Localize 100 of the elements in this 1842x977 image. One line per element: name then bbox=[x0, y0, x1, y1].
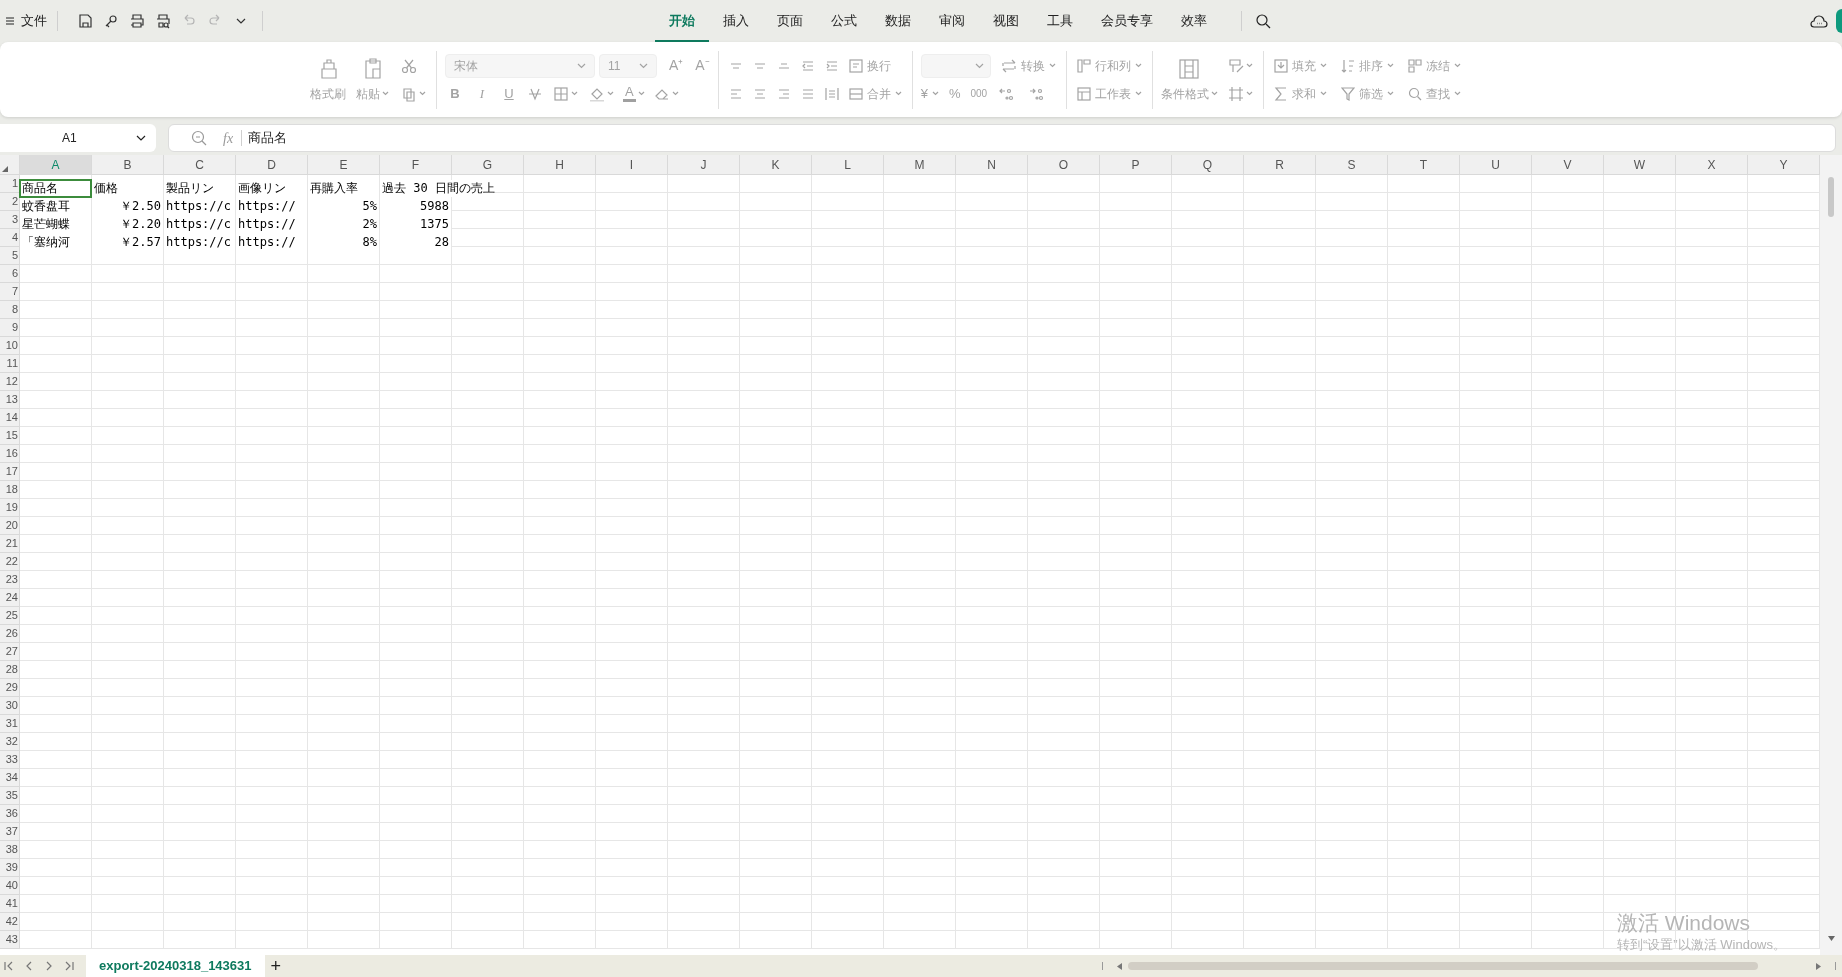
table-cell[interactable]: 商品名 bbox=[20, 180, 91, 197]
row-header[interactable]: 38 bbox=[0, 841, 20, 859]
row-header[interactable]: 29 bbox=[0, 679, 20, 697]
column-header[interactable]: B bbox=[92, 155, 164, 175]
row-header[interactable]: 41 bbox=[0, 895, 20, 913]
row-header[interactable]: 15 bbox=[0, 427, 20, 445]
column-header[interactable]: J bbox=[668, 155, 740, 175]
ribbon-tab[interactable]: 效率 bbox=[1167, 0, 1221, 42]
column-header[interactable]: M bbox=[884, 155, 956, 175]
table-cell[interactable]: 製品リン bbox=[164, 180, 235, 197]
ribbon-tab[interactable]: 视图 bbox=[979, 0, 1033, 42]
prev-sheet-button[interactable] bbox=[24, 959, 34, 973]
column-header[interactable]: V bbox=[1532, 155, 1604, 175]
table-cell[interactable]: 再購入率 bbox=[308, 180, 379, 197]
last-sheet-button[interactable] bbox=[64, 959, 74, 973]
row-header[interactable]: 43 bbox=[0, 931, 20, 949]
ribbon-tab[interactable]: 插入 bbox=[709, 0, 763, 42]
row-header[interactable]: 28 bbox=[0, 661, 20, 679]
scrollbar-thumb[interactable] bbox=[1828, 177, 1834, 217]
row-header[interactable]: 2 bbox=[0, 193, 20, 211]
row-header[interactable]: 5 bbox=[0, 247, 20, 265]
column-header[interactable]: N bbox=[956, 155, 1028, 175]
row-header[interactable]: 18 bbox=[0, 481, 20, 499]
column-header[interactable]: L bbox=[812, 155, 884, 175]
column-header[interactable]: I bbox=[596, 155, 668, 175]
ribbon-tab[interactable]: 工具 bbox=[1033, 0, 1087, 42]
table-cell[interactable]: https://c bbox=[164, 216, 235, 233]
row-header[interactable]: 13 bbox=[0, 391, 20, 409]
ribbon-tab[interactable]: 页面 bbox=[763, 0, 817, 42]
table-cell[interactable]: 「塞纳河 bbox=[20, 234, 91, 251]
row-header[interactable]: 34 bbox=[0, 769, 20, 787]
horizontal-scrollbar-thumb[interactable] bbox=[1128, 962, 1758, 970]
row-header[interactable]: 25 bbox=[0, 607, 20, 625]
column-header[interactable]: C bbox=[164, 155, 236, 175]
row-header[interactable]: 6 bbox=[0, 265, 20, 283]
row-header[interactable]: 12 bbox=[0, 373, 20, 391]
ribbon-tab[interactable]: 审阅 bbox=[925, 0, 979, 42]
ribbon-tab[interactable]: 数据 bbox=[871, 0, 925, 42]
row-header[interactable]: 14 bbox=[0, 409, 20, 427]
row-header[interactable]: 27 bbox=[0, 643, 20, 661]
row-header[interactable]: 3 bbox=[0, 211, 20, 229]
row-header[interactable]: 9 bbox=[0, 319, 20, 337]
next-sheet-button[interactable] bbox=[44, 959, 54, 973]
row-header[interactable]: 4 bbox=[0, 229, 20, 247]
row-header[interactable]: 33 bbox=[0, 751, 20, 769]
row-header[interactable]: 35 bbox=[0, 787, 20, 805]
add-sheet-button[interactable]: + bbox=[270, 957, 282, 975]
row-header[interactable]: 11 bbox=[0, 355, 20, 373]
row-header[interactable]: 42 bbox=[0, 913, 20, 931]
column-header[interactable]: S bbox=[1316, 155, 1388, 175]
column-header[interactable]: Q bbox=[1172, 155, 1244, 175]
row-header[interactable]: 26 bbox=[0, 625, 20, 643]
column-header[interactable]: H bbox=[524, 155, 596, 175]
column-header[interactable]: K bbox=[740, 155, 812, 175]
row-header[interactable]: 23 bbox=[0, 571, 20, 589]
row-header[interactable]: 7 bbox=[0, 283, 20, 301]
column-header[interactable]: F bbox=[380, 155, 452, 175]
column-header[interactable]: G bbox=[452, 155, 524, 175]
row-header[interactable]: 36 bbox=[0, 805, 20, 823]
table-cell[interactable]: 過去 30 日間の売上 bbox=[380, 180, 495, 197]
vertical-scrollbar[interactable] bbox=[1820, 155, 1842, 955]
table-cell[interactable]: https:// bbox=[236, 198, 307, 215]
row-header[interactable]: 24 bbox=[0, 589, 20, 607]
column-header[interactable]: E bbox=[308, 155, 380, 175]
row-header[interactable]: 21 bbox=[0, 535, 20, 553]
row-header[interactable]: 22 bbox=[0, 553, 20, 571]
column-header[interactable]: Y bbox=[1748, 155, 1820, 175]
table-cell[interactable]: 星芒蝴蝶 bbox=[20, 216, 91, 233]
name-box[interactable]: A1 bbox=[0, 124, 156, 152]
column-header[interactable]: U bbox=[1460, 155, 1532, 175]
row-header[interactable]: 31 bbox=[0, 715, 20, 733]
row-header[interactable]: 17 bbox=[0, 463, 20, 481]
table-cell[interactable]: https://c bbox=[164, 198, 235, 215]
row-header[interactable]: 1 bbox=[0, 175, 20, 193]
ribbon-tab[interactable]: 公式 bbox=[817, 0, 871, 42]
row-header[interactable]: 37 bbox=[0, 823, 20, 841]
table-cell[interactable]: 蚊香盘耳 bbox=[20, 198, 91, 215]
formula-field[interactable]: fx 商品名 bbox=[168, 124, 1836, 152]
column-header[interactable]: T bbox=[1388, 155, 1460, 175]
row-header[interactable]: 20 bbox=[0, 517, 20, 535]
row-header[interactable]: 40 bbox=[0, 877, 20, 895]
column-header[interactable]: W bbox=[1604, 155, 1676, 175]
table-cell[interactable]: https:// bbox=[236, 234, 307, 251]
row-header[interactable]: 39 bbox=[0, 859, 20, 877]
column-header[interactable]: D bbox=[236, 155, 308, 175]
row-header[interactable]: 16 bbox=[0, 445, 20, 463]
table-cell[interactable]: https://c bbox=[164, 234, 235, 251]
ribbon-tab[interactable]: 会员专享 bbox=[1087, 0, 1167, 42]
column-header[interactable]: X bbox=[1676, 155, 1748, 175]
row-header[interactable]: 19 bbox=[0, 499, 20, 517]
row-header[interactable]: 10 bbox=[0, 337, 20, 355]
row-header[interactable]: 32 bbox=[0, 733, 20, 751]
table-cell[interactable]: https:// bbox=[236, 216, 307, 233]
row-header[interactable]: 30 bbox=[0, 697, 20, 715]
sheet-tab[interactable]: export-20240318_143631 bbox=[86, 955, 265, 977]
column-header[interactable]: R bbox=[1244, 155, 1316, 175]
row-header[interactable]: 8 bbox=[0, 301, 20, 319]
column-header[interactable]: P bbox=[1100, 155, 1172, 175]
table-cell[interactable]: 価格 bbox=[92, 180, 163, 197]
file-menu[interactable]: 文件 bbox=[5, 11, 47, 31]
